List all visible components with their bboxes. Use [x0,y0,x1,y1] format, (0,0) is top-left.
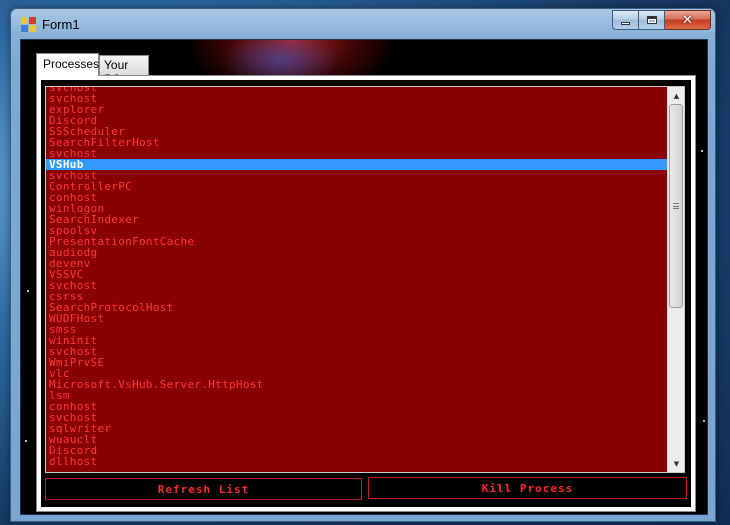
list-item[interactable]: svchost [46,170,668,181]
caption-buttons: ✕ [612,10,711,30]
minimize-icon [621,21,630,25]
app-icon [21,17,36,32]
scroll-up-arrow-icon[interactable]: ▲ [668,87,684,104]
list-item[interactable]: conhost [46,401,668,412]
application-window: Form1 ✕ Processes Your PC svch [10,8,716,522]
refresh-list-button[interactable]: Refresh List [45,478,362,500]
close-button[interactable]: ✕ [665,10,711,30]
grip-icon [673,203,679,209]
vertical-scrollbar[interactable]: ▲ ▼ [667,87,684,472]
process-list-rows: svchost svchost explorer Discord SSScheduler… [46,87,668,472]
list-item[interactable]: svchost [46,412,668,423]
list-item[interactable]: explorer [46,104,668,115]
list-item[interactable]: WmiPrvSE [46,357,668,368]
maximize-button[interactable] [639,10,665,30]
form-client-area: Processes Your PC svchostsvchostexplorer… [20,39,708,515]
background-star [25,440,27,442]
list-item[interactable]: svchost [46,346,668,357]
tab-panel-processes: svchost svchost explorer Discord SSScheduler… [36,75,696,512]
list-item[interactable]: winlogon [46,203,668,214]
scrollbar-thumb[interactable] [669,104,683,308]
list-item[interactable]: SearchIndexer [46,214,668,225]
window-title: Form1 [42,17,80,32]
list-item[interactable]: devenv [46,258,668,269]
list-item[interactable]: Microsoft.VsHub.Server.HttpHost [46,379,668,390]
list-item[interactable]: audiodg [46,247,668,258]
list-item[interactable]: svchost [46,280,668,291]
list-item[interactable]: Discord [46,115,668,126]
list-item[interactable]: VSSVC [46,269,668,280]
kill-process-button[interactable]: Kill Process [368,477,687,499]
process-listbox[interactable]: svchost svchost explorer Discord SSScheduler… [45,86,685,473]
list-item[interactable]: conhost [46,192,668,203]
list-item[interactable]: lsm [46,390,668,401]
close-icon: ✕ [682,12,693,28]
list-item[interactable]: WUDFHost [46,313,668,324]
list-item[interactable]: svchost [46,148,668,159]
list-item[interactable]: smss [46,324,668,335]
minimize-button[interactable] [612,10,639,30]
background-star [27,290,29,292]
scroll-down-arrow-icon[interactable]: ▼ [668,455,684,472]
list-item[interactable]: SearchProtocolHost [46,302,668,313]
list-item[interactable]: sqlwriter [46,423,668,434]
list-item[interactable]: SearchFilterHost [46,137,668,148]
list-item[interactable]: Discord [46,445,668,456]
list-item[interactable]: PresentationFontCache [46,236,668,247]
tab-processes[interactable]: Processes [36,53,99,76]
list-item[interactable]: ControllerPC [46,181,668,192]
list-item-selected[interactable]: VSHub [46,159,668,170]
title-bar[interactable]: Form1 ✕ [11,9,715,39]
maximize-icon [646,16,657,24]
background-star [703,420,705,422]
list-item[interactable]: svchost [46,93,668,104]
tab-panel-content: svchost svchost explorer Discord SSScheduler… [41,80,691,507]
list-item[interactable]: wininit [46,335,668,346]
list-item[interactable]: wuauclt [46,434,668,445]
background-star [701,150,703,152]
tab-your-pc[interactable]: Your PC [99,55,149,86]
list-item[interactable]: dllhost [46,456,668,467]
